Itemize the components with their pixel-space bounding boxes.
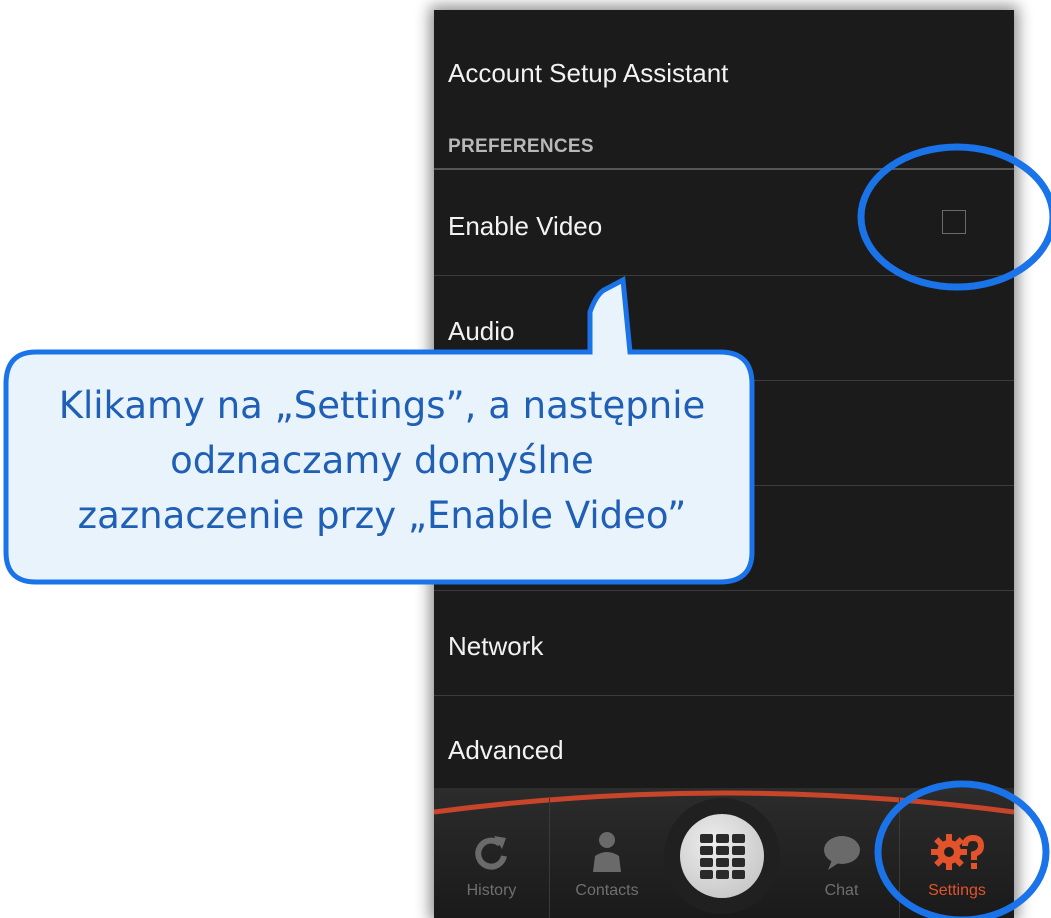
callout-line-1: Klikamy na „Settings”, a następnie [58,384,706,427]
highlight-circle-enable-video [857,143,1051,291]
callout-line-3: zaznaczenie przy „Enable Video” [77,494,687,537]
highlight-circle-settings [874,780,1050,918]
callout-text: Klikamy na „Settings”, a następnie odzna… [12,378,752,543]
callout-line-2: odznaczamy domyślne [170,439,594,482]
